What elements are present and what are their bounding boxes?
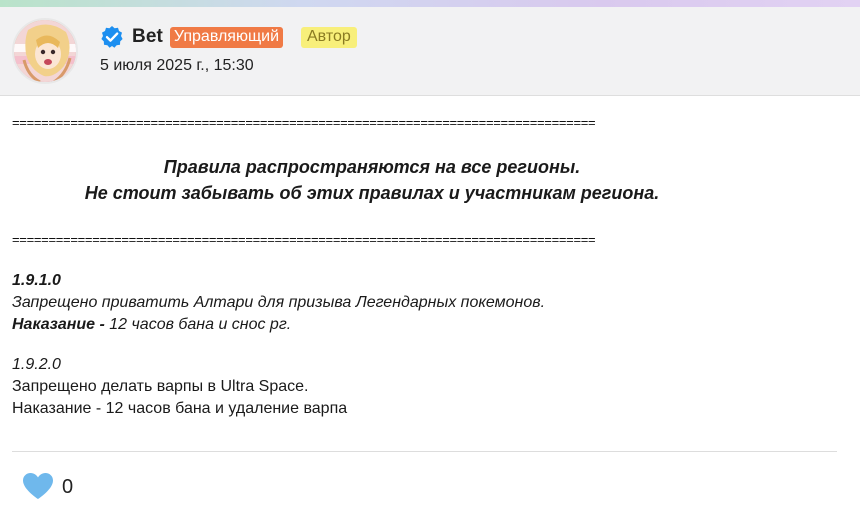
headline-line-2: Не стоит забывать об этих правилах и уча… — [84, 183, 660, 203]
headline-line-1: Правила распространяются на все регионы. — [163, 157, 581, 177]
divider-bottom: ========================================… — [12, 233, 596, 247]
rule-number: 1.9.2.0 — [12, 356, 61, 373]
rule-1910: 1.9.1.0 Запрещено приватить Алтари для п… — [12, 270, 545, 336]
author-badge: Автор — [301, 26, 357, 48]
post-date: 5 июля 2025 г., 15:30 — [100, 57, 254, 74]
rule-text: Запрещено приватить Алтари для призыва Л… — [12, 294, 546, 311]
rule-number: 1.9.1.0 — [12, 272, 61, 289]
avatar[interactable] — [12, 18, 78, 84]
penalty-text: 12 часов бана и снос рг. — [104, 316, 292, 333]
author-name[interactable]: Bet — [132, 26, 163, 48]
post-header: Bet Управляющий Автор 5 июля 2025 г., 15… — [0, 7, 860, 96]
rule-text: Запрещено делать варпы в Ultra Space. — [12, 378, 309, 395]
author-name-row: Bet Управляющий Автор — [100, 25, 357, 49]
like-heart-icon[interactable] — [22, 472, 54, 500]
rule-1920: 1.9.2.0 Запрещено делать варпы в Ultra S… — [12, 354, 347, 420]
top-accent-stripe — [0, 0, 860, 7]
verified-badge-icon — [101, 26, 123, 48]
footer-divider — [12, 451, 837, 452]
divider-top: ========================================… — [12, 116, 596, 130]
role-badge: Управляющий — [169, 26, 283, 48]
like-count: 0 — [62, 476, 74, 498]
penalty-label: Наказание - — [12, 316, 105, 333]
rule-penalty: Наказание - 12 часов бана и удаление вар… — [12, 400, 348, 417]
rule-penalty: Наказание - 12 часов бана и снос рг. — [12, 314, 545, 336]
avatar-image — [14, 20, 76, 82]
